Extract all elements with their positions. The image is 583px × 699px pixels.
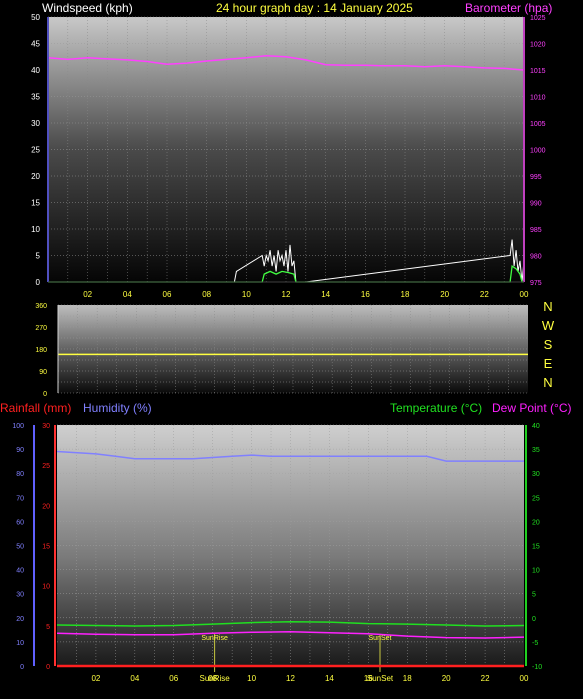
humidity-tick-label: 30 (16, 592, 24, 599)
compass-label: W (542, 318, 555, 333)
weather-graph-page: Windspeed (kph) 24 hour graph day : 14 J… (0, 0, 583, 694)
hour-tick-label: 16 (361, 290, 370, 299)
temp-tick-label: -5 (532, 640, 538, 647)
humidity-tick-label: 90 (16, 447, 24, 454)
windspeed-tick-label: 0 (36, 278, 41, 287)
direction-tick-label: 90 (39, 369, 47, 376)
barometer-tick-label: 1025 (530, 15, 546, 22)
compass-label: E (544, 356, 553, 371)
hour-tick-label: 18 (403, 674, 412, 683)
temp-tick-label: 15 (532, 544, 540, 551)
hour-tick-label: 20 (442, 674, 451, 683)
hour-tick-label: 02 (83, 290, 92, 299)
humidity-tick-label: 60 (16, 519, 24, 526)
hour-tick-label: 22 (480, 290, 489, 299)
barometer-label: Barometer (hpa) (465, 1, 552, 15)
temp-tick-label: 40 (532, 423, 540, 430)
direction-tick-label: 180 (35, 347, 47, 354)
humidity-label: Humidity (%) (83, 401, 152, 415)
temp-tick-label: -10 (532, 664, 542, 671)
compass-label: N (543, 299, 552, 314)
temperature-label: Temperature (°C) (390, 401, 482, 415)
weather-charts-svg: Windspeed (kph) 24 hour graph day : 14 J… (0, 1, 571, 683)
hour-tick-label: 08 (202, 290, 211, 299)
humidity-tick-label: 0 (20, 664, 24, 671)
humidity-tick-label: 40 (16, 568, 24, 575)
barometer-tick-label: 985 (530, 227, 542, 234)
hour-tick-label: 18 (401, 290, 410, 299)
direction-tick-label: 360 (35, 303, 47, 310)
barometer-tick-label: 1010 (530, 95, 546, 102)
barometer-tick-label: 1020 (530, 42, 546, 49)
rain-tick-label: 0 (46, 664, 50, 671)
hour-tick-label: 04 (130, 674, 139, 683)
temp-tick-label: 5 (532, 592, 536, 599)
rain-tick-label: 10 (42, 584, 50, 591)
humidity-tick-label: 10 (16, 640, 24, 647)
compass-label: N (543, 375, 552, 390)
hour-tick-label: 00 (520, 674, 529, 683)
dewpoint-label: Dew Point (°C) (492, 401, 571, 415)
barometer-tick-label: 1005 (530, 121, 546, 128)
windspeed-tick-label: 10 (31, 225, 40, 234)
direction-tick-label: 270 (35, 325, 47, 332)
temp-tick-label: 0 (532, 616, 536, 623)
hour-tick-label: 22 (481, 674, 490, 683)
barometer-tick-label: 975 (530, 280, 542, 287)
hour-tick-label: 14 (321, 290, 330, 299)
rainfall-label: Rainfall (mm) (0, 401, 71, 415)
windspeed-tick-label: 30 (31, 119, 40, 128)
hour-tick-label: 20 (440, 290, 449, 299)
temp-humidity-panel: SunRise SunSet 01020304050607080901000510… (12, 423, 542, 683)
humidity-tick-label: 20 (16, 616, 24, 623)
windspeed-label: Windspeed (kph) (42, 1, 133, 15)
compass-label: S (544, 337, 553, 352)
hour-tick-label: 04 (123, 290, 132, 299)
windspeed-tick-label: 40 (31, 66, 40, 75)
graph-title: 24 hour graph day : 14 January 2025 (216, 1, 413, 15)
humidity-tick-label: 50 (16, 544, 24, 551)
humidity-tick-label: 100 (12, 423, 24, 430)
temp-tick-label: 35 (532, 447, 540, 454)
windspeed-tick-label: 5 (36, 252, 41, 261)
sunset-label: SunSet (369, 635, 392, 642)
humidity-tick-label: 70 (16, 495, 24, 502)
windspeed-tick-label: 15 (31, 199, 40, 208)
barometer-tick-label: 980 (530, 254, 542, 261)
barometer-tick-label: 1000 (530, 148, 546, 155)
windspeed-tick-label: 35 (31, 93, 40, 102)
hour-tick-label: 10 (242, 290, 251, 299)
hour-tick-label: 12 (282, 290, 291, 299)
hour-tick-label: 06 (169, 674, 178, 683)
hour-tick-label: 06 (163, 290, 172, 299)
windspeed-tick-label: 50 (31, 13, 40, 22)
windspeed-tick-label: 20 (31, 172, 40, 181)
temp-tick-label: 10 (532, 568, 540, 575)
windspeed-tick-label: 45 (31, 40, 40, 49)
rain-tick-label: 5 (46, 624, 50, 631)
sunset-axis-label: SunSet (367, 674, 394, 683)
rain-tick-label: 20 (42, 503, 50, 510)
hour-tick-label: 10 (247, 674, 256, 683)
sunrise-axis-label: SunRise (199, 674, 230, 683)
hour-tick-label: 14 (325, 674, 334, 683)
direction-tick-label: 0 (43, 391, 47, 398)
rain-tick-label: 15 (42, 544, 50, 551)
rain-tick-label: 30 (42, 423, 50, 430)
barometer-tick-label: 1015 (530, 68, 546, 75)
temp-tick-label: 25 (532, 495, 540, 502)
wind-barometer-panel: 0510152025303540455097598098599099510001… (31, 13, 546, 299)
hour-tick-label: 02 (91, 674, 100, 683)
windspeed-tick-label: 25 (31, 146, 40, 155)
wind-direction-panel: 090180270360 NWSEN (35, 299, 555, 398)
rain-tick-label: 25 (42, 463, 50, 470)
hour-tick-label: 12 (286, 674, 295, 683)
temp-tick-label: 30 (532, 471, 540, 478)
temp-tick-label: 20 (532, 519, 540, 526)
barometer-tick-label: 990 (530, 201, 542, 208)
barometer-tick-label: 995 (530, 174, 542, 181)
humidity-tick-label: 80 (16, 471, 24, 478)
sunrise-label: SunRise (201, 635, 228, 642)
hour-tick-label: 00 (520, 290, 529, 299)
